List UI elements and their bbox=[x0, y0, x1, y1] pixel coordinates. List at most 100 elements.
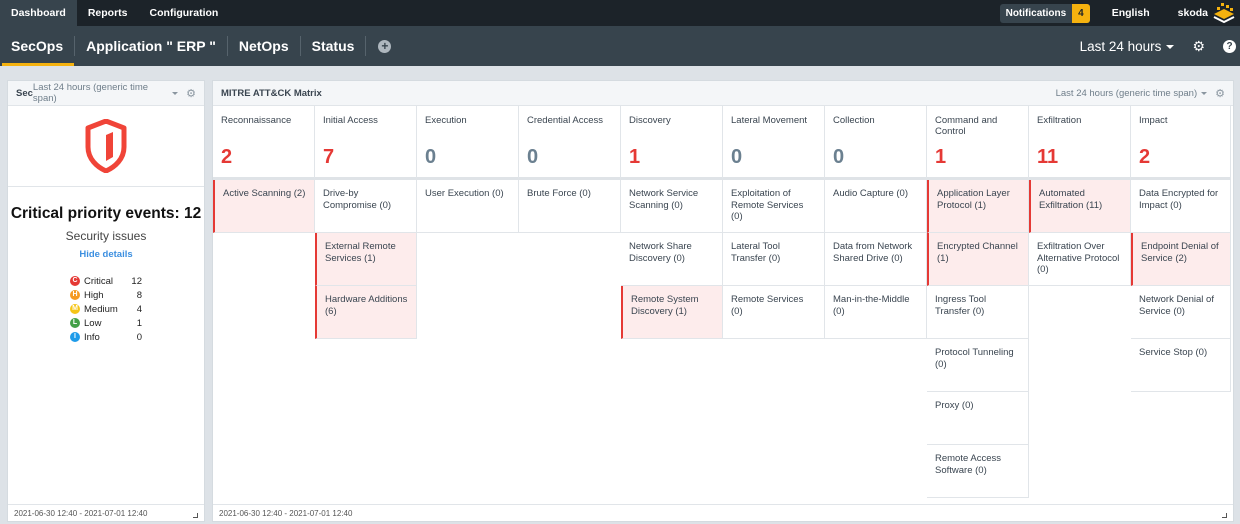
technique-cell[interactable]: Remote System Discovery (1) bbox=[621, 286, 723, 339]
tactic-name: Lateral Movement bbox=[731, 115, 808, 126]
mitre-matrix: Reconnaissance 2 Active Scanning (2) Initia… bbox=[213, 106, 1233, 498]
shield-icon bbox=[85, 119, 127, 173]
technique-cell[interactable]: External Remote Services (1) bbox=[315, 233, 417, 286]
severity-row: H High 8 bbox=[70, 288, 142, 302]
technique-cell[interactable]: Data from Network Shared Drive (0) bbox=[825, 233, 927, 286]
nav-dashboard[interactable]: Dashboard bbox=[0, 0, 77, 26]
technique-cell[interactable]: User Execution (0) bbox=[417, 180, 519, 233]
technique-cell[interactable]: Remote Access Software (0) bbox=[927, 445, 1029, 498]
security-issues-label: Security issues bbox=[65, 229, 147, 243]
tactic-name: Discovery bbox=[629, 115, 671, 126]
tactic-header[interactable]: Collection 0 bbox=[825, 106, 927, 180]
widget-title: MITRE ATT&CK Matrix bbox=[221, 87, 322, 99]
severity-count: 0 bbox=[136, 331, 142, 343]
tactic-header[interactable]: Credential Access 0 bbox=[519, 106, 621, 180]
technique-cell[interactable]: Remote Services (0) bbox=[723, 286, 825, 339]
tactic-column: Exfiltration 11 Automated Exfiltration (11… bbox=[1029, 106, 1131, 498]
tactic-header[interactable]: Lateral Movement 0 bbox=[723, 106, 825, 180]
technique-cell[interactable]: Lateral Tool Transfer (0) bbox=[723, 233, 825, 286]
severity-list: C Critical 12 H High 8 M Medium 4 L Low 1 I Info 0 bbox=[70, 274, 142, 344]
tactic-count: 11 bbox=[1037, 146, 1059, 168]
tactic-column: Initial Access 7 Drive-by Compromise (0) Ex… bbox=[315, 106, 417, 498]
severity-count: 12 bbox=[131, 275, 142, 287]
technique-cell[interactable]: Data Encrypted for Impact (0) bbox=[1131, 180, 1231, 233]
time-span-selector[interactable]: Last 24 hours (generic time span) bbox=[1056, 88, 1198, 99]
severity-critical-icon: C bbox=[70, 276, 80, 286]
technique-cell[interactable]: Protocol Tunneling (0) bbox=[927, 339, 1029, 392]
tactic-name: Collection bbox=[833, 115, 875, 126]
dashboard-tabs: SecOps Application " ERP " NetOps Status… bbox=[0, 26, 1240, 66]
time-range-selector[interactable]: Last 24 hours bbox=[1080, 39, 1175, 54]
severity-row: M Medium 4 bbox=[70, 302, 142, 316]
gear-icon[interactable]: ⚙ bbox=[1192, 38, 1205, 55]
tactic-column: Credential Access 0 Brute Force (0) bbox=[519, 106, 621, 498]
tactic-column: Discovery 1 Network Service Scanning (0) Ne… bbox=[621, 106, 723, 498]
tactic-name: Impact bbox=[1139, 115, 1168, 126]
tactic-header[interactable]: Impact 2 bbox=[1131, 106, 1231, 180]
technique-cell[interactable]: Proxy (0) bbox=[927, 392, 1029, 445]
technique-cell[interactable]: Network Service Scanning (0) bbox=[621, 180, 723, 233]
resize-handle[interactable] bbox=[193, 513, 198, 518]
technique-cell[interactable]: Drive-by Compromise (0) bbox=[315, 180, 417, 233]
critical-events-headline: Critical priority events: 12 bbox=[10, 205, 202, 222]
technique-cell[interactable]: Network Share Discovery (0) bbox=[621, 233, 723, 286]
tactic-column: Command and Control 1 Application Layer Pr… bbox=[927, 106, 1029, 498]
mitre-matrix-widget: MITRE ATT&CK Matrix Last 24 hours (gener… bbox=[212, 80, 1234, 522]
severity-count: 8 bbox=[136, 289, 142, 301]
hide-details-link[interactable]: Hide details bbox=[8, 249, 204, 260]
tactic-name: Command and Control bbox=[935, 115, 998, 137]
notifications-count-badge: 4 bbox=[1072, 3, 1090, 23]
shield-area bbox=[8, 106, 204, 187]
resize-handle[interactable] bbox=[1222, 513, 1227, 518]
severity-name: Low bbox=[84, 317, 102, 329]
technique-cell[interactable]: Automated Exfiltration (11) bbox=[1029, 180, 1131, 233]
technique-cell[interactable]: Endpoint Denial of Service (2) bbox=[1131, 233, 1231, 286]
gear-icon[interactable]: ⚙ bbox=[186, 87, 196, 100]
security-issues-widget: Sec Last 24 hours (generic time span) ⚙ … bbox=[7, 80, 205, 522]
severity-name: High bbox=[84, 289, 104, 301]
severity-count: 4 bbox=[136, 303, 142, 315]
tactic-header[interactable]: Initial Access 7 bbox=[315, 106, 417, 180]
technique-cell[interactable]: Hardware Additions (6) bbox=[315, 286, 417, 339]
help-icon[interactable]: ? bbox=[1223, 39, 1236, 53]
technique-cell[interactable]: Encrypted Channel (1) bbox=[927, 233, 1029, 286]
severity-high-icon: H bbox=[70, 290, 80, 300]
technique-cell[interactable]: Audio Capture (0) bbox=[825, 180, 927, 233]
tactic-count: 0 bbox=[731, 146, 743, 168]
tab-application-erp[interactable]: Application " ERP " bbox=[75, 26, 227, 66]
technique-cell[interactable]: Brute Force (0) bbox=[519, 180, 621, 233]
technique-cell[interactable]: Exfiltration Over Alternative Protocol (… bbox=[1029, 233, 1131, 286]
technique-cell[interactable]: Service Stop (0) bbox=[1131, 339, 1231, 392]
language-selector[interactable]: English bbox=[1112, 7, 1150, 19]
severity-medium-icon: M bbox=[70, 304, 80, 314]
widget-header: Sec Last 24 hours (generic time span) ⚙ bbox=[8, 81, 204, 106]
nav-configuration[interactable]: Configuration bbox=[139, 0, 230, 26]
tactic-column: Lateral Movement 0 Exploitation of Remote … bbox=[723, 106, 825, 498]
tactic-header[interactable]: Reconnaissance 2 bbox=[213, 106, 315, 180]
tactic-count: 2 bbox=[1139, 146, 1151, 168]
gear-icon[interactable]: ⚙ bbox=[1215, 87, 1225, 100]
technique-cell[interactable]: Exploitation of Remote Services (0) bbox=[723, 180, 825, 233]
technique-cell[interactable]: Man-in-the-Middle (0) bbox=[825, 286, 927, 339]
top-nav: Dashboard Reports Configuration Notifica… bbox=[0, 0, 1240, 26]
time-span-selector[interactable]: Last 24 hours (generic time span) bbox=[33, 82, 168, 104]
time-range-label: Last 24 hours bbox=[1079, 38, 1162, 54]
severity-name: Medium bbox=[84, 303, 118, 315]
tactic-header[interactable]: Discovery 1 bbox=[621, 106, 723, 180]
add-tab-icon[interactable]: + bbox=[378, 39, 392, 53]
tactic-name: Execution bbox=[425, 115, 467, 126]
tab-netops[interactable]: NetOps bbox=[228, 26, 300, 66]
technique-cell[interactable]: Active Scanning (2) bbox=[213, 180, 315, 233]
technique-cell[interactable]: Network Denial of Service (0) bbox=[1131, 286, 1231, 339]
technique-cell[interactable]: Ingress Tool Transfer (0) bbox=[927, 286, 1029, 339]
tactic-header[interactable]: Execution 0 bbox=[417, 106, 519, 180]
technique-cell[interactable]: Application Layer Protocol (1) bbox=[927, 180, 1029, 233]
nav-reports[interactable]: Reports bbox=[77, 0, 139, 26]
notifications-button[interactable]: Notifications 4 bbox=[999, 3, 1090, 23]
tab-secops[interactable]: SecOps bbox=[0, 26, 75, 66]
chevron-down-icon bbox=[172, 91, 179, 95]
tab-status[interactable]: Status bbox=[301, 26, 366, 66]
tactic-header[interactable]: Exfiltration 11 bbox=[1029, 106, 1131, 180]
tactic-header[interactable]: Command and Control 1 bbox=[927, 106, 1029, 180]
user-menu[interactable]: skoda bbox=[1178, 7, 1208, 19]
